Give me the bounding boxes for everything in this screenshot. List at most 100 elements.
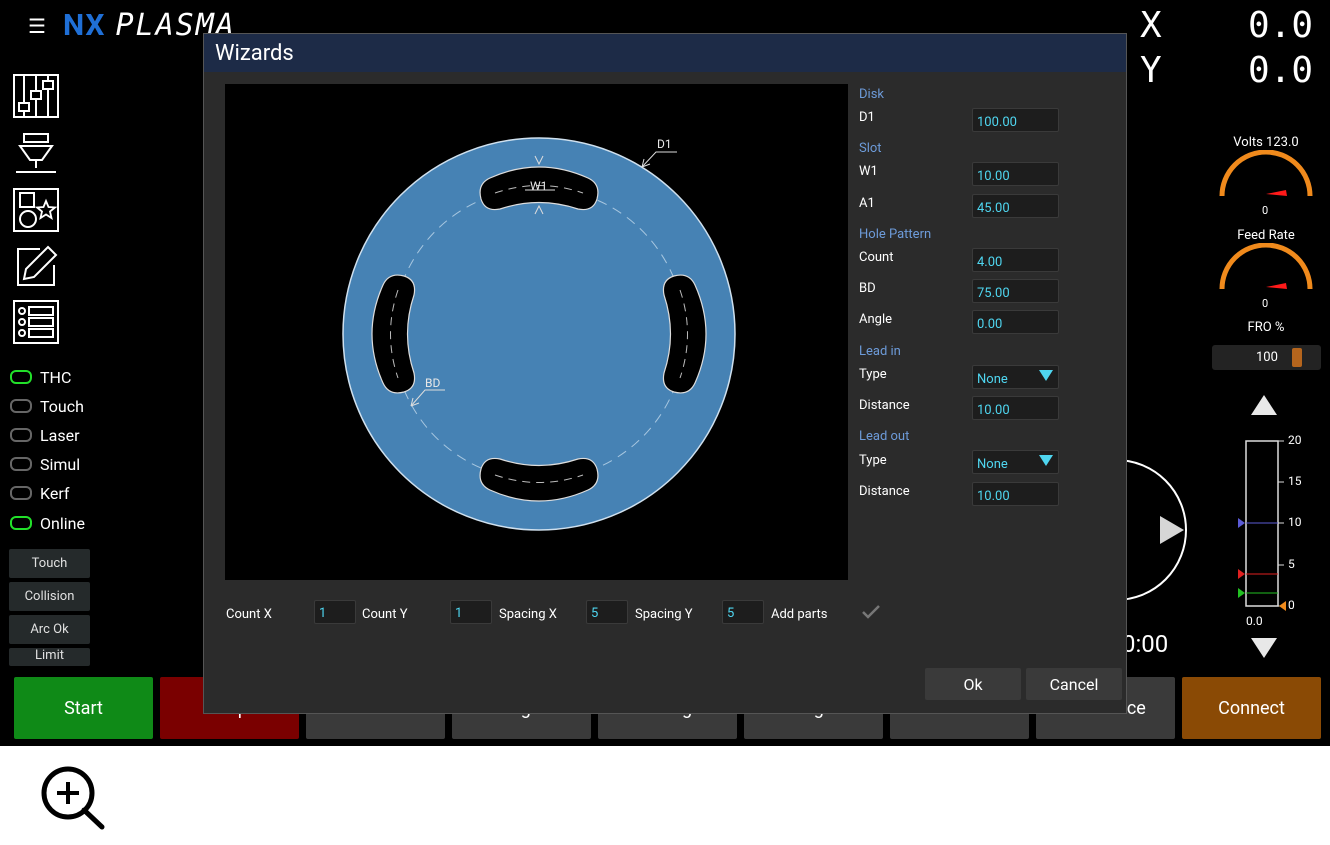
status-led-icon <box>10 486 32 500</box>
add-parts-label: Add parts <box>771 607 828 622</box>
w1-label: W1 <box>859 164 878 179</box>
bd-label: BD <box>859 281 876 296</box>
a1-field[interactable]: 45.00 <box>972 194 1059 218</box>
check-icon[interactable] <box>861 604 881 624</box>
spacing-x-label: Spacing X <box>499 607 557 622</box>
d1-label: D1 <box>859 110 875 125</box>
y-axis-label: Y <box>1140 50 1162 91</box>
dropdown-arrow-icon <box>1039 370 1053 381</box>
angle-field[interactable]: 0.00 <box>972 310 1059 334</box>
lead-in-type-value: None <box>977 372 1008 387</box>
lead-out-distance-label: Distance <box>859 484 910 499</box>
spacing-x-field[interactable]: 5 <box>586 600 628 624</box>
up-arrow-icon[interactable] <box>1250 393 1278 421</box>
touch-button[interactable]: Touch <box>9 549 90 578</box>
section-disk: Disk <box>859 87 884 102</box>
brand-nx: NX <box>63 7 106 43</box>
height-scale <box>1236 436 1316 616</box>
bd-field[interactable]: 75.00 <box>972 279 1059 303</box>
scale-tick-15: 15 <box>1288 474 1302 488</box>
section-lead-in: Lead in <box>859 344 901 359</box>
w1-field[interactable]: 10.00 <box>972 162 1059 186</box>
volts-zero: 0 <box>1262 204 1269 217</box>
status-label: Laser <box>40 425 80 445</box>
feed-rate-gauge <box>1217 242 1315 297</box>
count-y-label: Count Y <box>362 607 408 622</box>
status-online: Online <box>10 511 85 535</box>
menu-icon[interactable]: ☰ <box>28 16 46 36</box>
cancel-button[interactable]: Cancel <box>1026 668 1122 700</box>
lead-in-distance-label: Distance <box>859 398 910 413</box>
count-field[interactable]: 4.00 <box>972 248 1059 272</box>
a1-label: A1 <box>859 196 875 211</box>
lead-out-type-label: Type <box>859 453 887 468</box>
count-y-field[interactable]: 1 <box>450 600 492 624</box>
angle-label: Angle <box>859 312 893 327</box>
section-hole-pattern: Hole Pattern <box>859 227 932 242</box>
edit-icon[interactable] <box>12 243 60 289</box>
fro-label: FRO % <box>1247 320 1285 335</box>
feed-rate-zero: 0 <box>1262 297 1269 310</box>
fro-slider[interactable]: 100 <box>1212 345 1321 370</box>
volts-label: Volts 123.0 <box>1233 135 1299 150</box>
status-thc: THC <box>10 365 71 389</box>
spacing-y-label: Spacing Y <box>635 607 693 622</box>
status-kerf: Kerf <box>10 481 69 505</box>
sliders-icon[interactable] <box>12 73 60 119</box>
collision-button[interactable]: Collision <box>9 582 90 611</box>
ok-button[interactable]: Ok <box>925 668 1021 700</box>
lead-in-distance-field[interactable]: 10.00 <box>972 396 1059 420</box>
wizards-dialog: Wizards D1 W1 BD Disk D1 100.00 Slot W1 … <box>203 33 1127 714</box>
timer-display: 0:00 <box>1122 630 1169 658</box>
status-led-icon <box>10 428 32 442</box>
fro-handle[interactable] <box>1292 348 1302 367</box>
status-label: THC <box>40 367 72 387</box>
zoom-in-icon[interactable] <box>40 766 106 834</box>
bd-dimension-label: BD <box>425 376 441 390</box>
lead-out-type-value: None <box>977 457 1008 472</box>
status-led-icon <box>10 399 32 413</box>
limit-button[interactable]: Limit <box>9 648 90 666</box>
d1-field[interactable]: 100.00 <box>972 108 1059 132</box>
lead-in-type-label: Type <box>859 367 887 382</box>
connect-button[interactable]: Connect <box>1182 677 1321 739</box>
list-icon[interactable] <box>12 299 60 345</box>
start-button[interactable]: Start <box>14 677 153 739</box>
status-label: Touch <box>40 396 84 416</box>
lead-in-type-select[interactable]: None <box>972 365 1059 389</box>
spacing-y-field[interactable]: 5 <box>722 600 764 624</box>
lead-out-type-select[interactable]: None <box>972 450 1059 474</box>
d1-dimension-label: D1 <box>657 137 672 151</box>
scale-tick-5: 5 <box>1288 557 1295 571</box>
status-label: Online <box>40 513 85 533</box>
down-arrow-icon[interactable] <box>1250 636 1278 664</box>
nx-plasma-app: ☰ NX PLASMA X 0.0 Y 0.0 THC Touch Laser … <box>0 0 1330 746</box>
feed-rate-label: Feed Rate <box>1237 228 1295 243</box>
arc-ok-button[interactable]: Arc Ok <box>9 615 90 644</box>
w1-dimension-label: W1 <box>530 179 548 193</box>
dropdown-arrow-icon <box>1039 455 1053 466</box>
section-lead-out: Lead out <box>859 429 910 444</box>
status-label: Kerf <box>40 483 70 503</box>
x-axis-label: X <box>1140 5 1162 46</box>
lead-out-distance-field[interactable]: 10.00 <box>972 482 1059 506</box>
status-laser: Laser <box>10 423 79 447</box>
count-x-field[interactable]: 1 <box>314 600 356 624</box>
status-simul: Simul <box>10 452 80 476</box>
scale-tick-20: 20 <box>1288 433 1302 447</box>
torch-icon[interactable] <box>12 130 60 176</box>
count-x-label: Count X <box>226 607 272 622</box>
x-axis-value: 0.0 <box>1248 5 1314 46</box>
scale-tick-10: 10 <box>1288 515 1302 529</box>
scale-tick-0: 0 <box>1288 598 1295 612</box>
dialog-title: Wizards <box>204 34 1126 72</box>
shapes-icon[interactable] <box>12 187 60 233</box>
status-led-icon <box>10 516 32 530</box>
volts-gauge <box>1217 149 1315 204</box>
preview-canvas: D1 W1 BD <box>225 84 848 580</box>
scale-bottom-value: 0.0 <box>1246 614 1263 628</box>
status-touch: Touch <box>10 394 84 418</box>
y-axis-value: 0.0 <box>1248 50 1314 91</box>
fro-value: 100 <box>1256 350 1278 365</box>
status-led-icon <box>10 457 32 471</box>
